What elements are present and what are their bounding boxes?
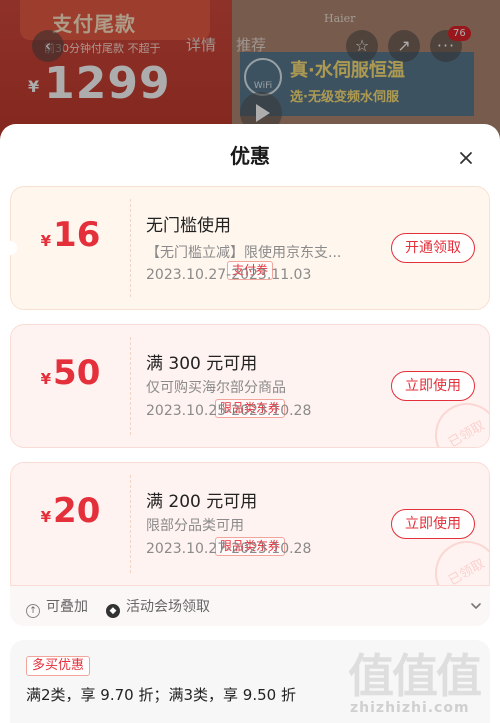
coupon-description: 限部分品类可用 xyxy=(146,518,244,534)
coupon-title: 满 200 元可用 xyxy=(146,492,258,512)
watermark-url: zhizhizhi.com xyxy=(350,700,470,716)
claim-coupon-button[interactable]: 开通领取 xyxy=(391,233,475,263)
site-watermark: 值值值 zhizhizhi.com xyxy=(340,632,500,723)
coupon-validity: 2023.10.27-2023.11.03 xyxy=(146,267,312,283)
venue-icon: ◆ xyxy=(106,604,120,618)
coupon-card: ¥16 支付券 无门槛使用 【无门槛立减】限使用京东支... 2023.10.2… xyxy=(10,186,490,310)
coupon-validity: 2023.10.25-2023.10.28 xyxy=(146,403,312,419)
chevron-down-icon[interactable] xyxy=(470,600,482,612)
multi-buy-text: 满2类，享 9.70 折；满3类，享 9.50 折 xyxy=(26,686,296,704)
source-label: ◆ 活动会场领取 xyxy=(106,596,210,618)
background-product-page: 支付尾款 前30分钟付尾款 不超于 ¥1299 Haier 详情 推荐 WiFi … xyxy=(0,0,500,140)
coupon-card: ¥50 限品类东券 满 300 元可用 仅可购买海尔部分商品 2023.10.2… xyxy=(10,324,490,448)
coupon-amount: ¥16 xyxy=(40,215,101,255)
coupon-title: 满 300 元可用 xyxy=(146,354,258,374)
coupon-meta-row[interactable]: ↑ 可叠加 ◆ 活动会场领取 xyxy=(10,586,490,626)
coupon-title: 无门槛使用 xyxy=(146,216,231,236)
stackable-label: ↑ 可叠加 xyxy=(26,596,88,618)
coupon-card: ¥20 限品类东券 满 200 元可用 限部分品类可用 2023.10.27-2… xyxy=(10,462,490,586)
close-icon[interactable] xyxy=(456,148,476,168)
coupon-sheet: 优惠 ¥16 支付券 无门槛使用 【无门槛立减】限使用京东支... 2023.1… xyxy=(0,124,500,723)
use-coupon-button[interactable]: 立即使用 xyxy=(391,509,475,539)
watermark-logo: 值值值 xyxy=(348,649,482,703)
coupon-validity: 2023.10.27-2023.10.28 xyxy=(146,541,312,557)
stack-icon: ↑ xyxy=(26,604,40,618)
coupon-description: 仅可购买海尔部分商品 xyxy=(146,380,286,396)
coupon-amount: ¥50 xyxy=(40,353,101,393)
multi-buy-badge: 多买优惠 xyxy=(26,656,91,676)
sheet-title: 优惠 xyxy=(230,144,270,168)
modal-backdrop[interactable] xyxy=(0,0,500,140)
use-coupon-button[interactable]: 立即使用 xyxy=(391,371,475,401)
coupon-description: 【无门槛立减】限使用京东支... xyxy=(146,245,342,261)
coupon-amount: ¥20 xyxy=(40,491,101,531)
